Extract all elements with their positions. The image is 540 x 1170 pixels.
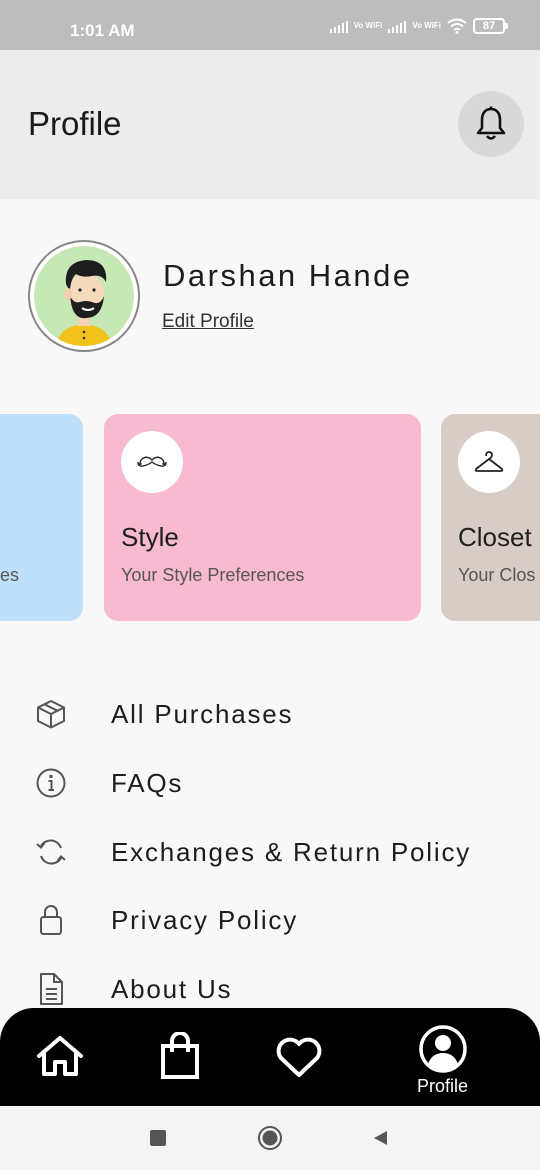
edit-profile-link[interactable]: Edit Profile — [162, 311, 254, 333]
card-style[interactable]: Style Your Style Preferences — [104, 414, 421, 621]
profile-icon — [418, 1025, 467, 1073]
heart-icon — [276, 1037, 322, 1077]
nav-wishlist-button[interactable] — [275, 1036, 323, 1078]
menu-item-exchanges-return-policy[interactable]: Exchanges & Return Policy — [0, 827, 540, 877]
card-icon-container — [121, 431, 183, 493]
bottom-navigation: Profile — [0, 1008, 540, 1106]
avatar-illustration — [34, 246, 134, 346]
card-closet[interactable]: Closet Your Clos — [441, 414, 540, 621]
avatar[interactable] — [28, 240, 140, 352]
battery-level: 87 — [473, 18, 505, 34]
system-navigation-bar — [0, 1106, 540, 1170]
info-icon — [34, 766, 68, 800]
vowifi-label-1: Vo WiFi — [353, 21, 383, 30]
menu-item-label: FAQs — [111, 767, 184, 798]
card-title: Style — [121, 522, 179, 552]
status-bar: 1:01 AM Vo WiFi Vo WiFi 87 — [0, 0, 540, 50]
preferences-carousel[interactable]: es Style Your Style Preferences Closet Y… — [0, 414, 540, 621]
home-system-button[interactable] — [252, 1106, 288, 1170]
nav-shop-button[interactable] — [160, 1032, 200, 1080]
menu-item-label: All Purchases — [111, 698, 294, 729]
signal-icon-2 — [388, 19, 407, 33]
bell-icon — [476, 106, 506, 140]
nav-profile-label: Profile — [417, 1076, 469, 1096]
menu-item-faqs[interactable]: FAQs — [0, 758, 540, 808]
menu-item-privacy-policy[interactable]: Privacy Policy — [0, 895, 540, 945]
nav-home-button[interactable] — [36, 1035, 84, 1077]
battery-icon: 87 — [473, 18, 508, 34]
nav-profile-button[interactable]: Profile — [417, 1024, 468, 1097]
menu-item-label: About Us — [111, 973, 233, 1004]
card-subtitle: es — [0, 565, 20, 585]
notifications-button[interactable] — [458, 91, 524, 157]
wifi-icon — [447, 18, 467, 34]
shopping-bag-icon — [161, 1032, 199, 1079]
square-icon — [150, 1130, 166, 1146]
triangle-back-icon — [374, 1131, 387, 1145]
hanger-icon — [474, 451, 504, 472]
lock-icon — [34, 903, 68, 937]
menu-item-label: Exchanges & Return Policy — [111, 836, 472, 867]
user-name: Darshan Hande — [163, 258, 413, 293]
menu-item-all-purchases[interactable]: All Purchases — [0, 689, 540, 739]
menu-item-label: Privacy Policy — [111, 904, 299, 935]
card-icon-container — [458, 431, 520, 493]
box-icon — [34, 697, 68, 731]
home-icon — [37, 1036, 83, 1076]
app-bar: Profile — [0, 50, 540, 199]
menu-item-about-us[interactable]: About Us — [0, 964, 540, 1014]
refresh-icon — [34, 835, 68, 869]
signal-icon — [329, 19, 348, 33]
vowifi-label-2: Vo WiFi — [412, 21, 441, 30]
card-subtitle: Your Clos — [458, 565, 536, 585]
mustache-icon — [137, 456, 167, 467]
circle-icon — [258, 1126, 282, 1150]
document-icon — [34, 972, 68, 1006]
card-title: Closet — [458, 522, 532, 552]
card-subtitle: Your Style Preferences — [121, 565, 305, 585]
back-button[interactable] — [362, 1106, 398, 1170]
status-icons: Vo WiFi Vo WiFi 87 — [329, 18, 508, 34]
page-title: Profile — [28, 105, 122, 142]
status-time: 1:01 AM — [70, 21, 135, 40]
recents-button[interactable] — [140, 1106, 176, 1170]
card-partial-left[interactable]: es — [0, 414, 83, 621]
